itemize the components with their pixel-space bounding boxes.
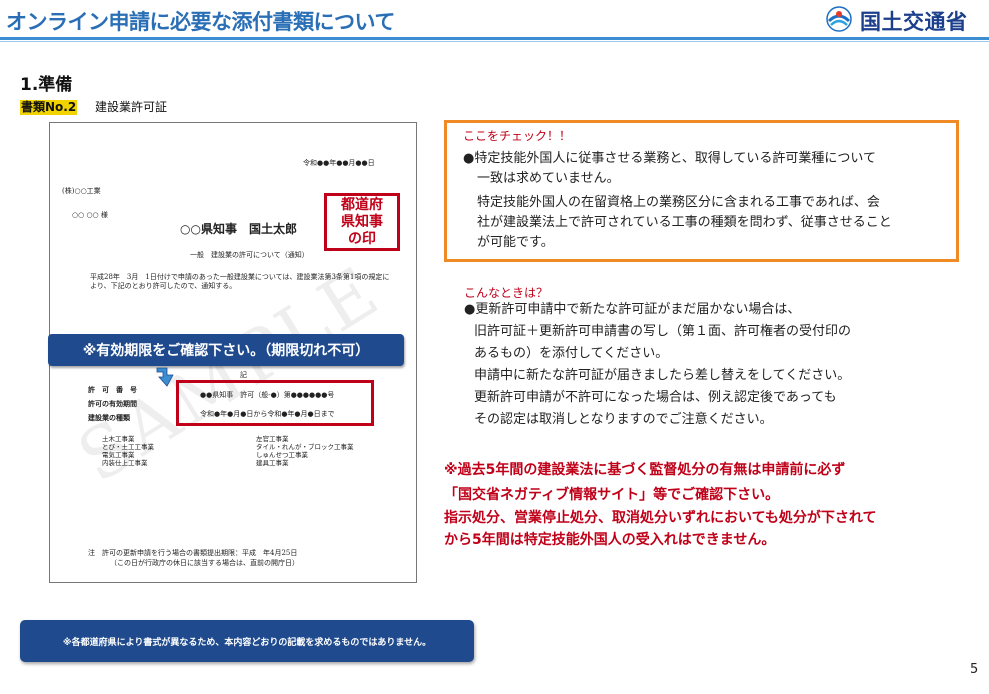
logo: 国土交通省 bbox=[826, 4, 986, 34]
certificate-label-validity: 許可の有効期間 bbox=[88, 399, 137, 408]
faq-line: 申請中に新たな許可証が届きましたら差し替えをしてください。 bbox=[474, 368, 851, 383]
format-disclaimer-text: ※各都道府県により書式が異なるため、本内容どおりの記載を求めるものではありません… bbox=[62, 637, 432, 648]
check-title: ここをチェック！！ bbox=[463, 129, 572, 143]
certificate-label-number: 許 可 番 号 bbox=[88, 385, 137, 394]
header-divider bbox=[0, 37, 989, 40]
governor-seal-text: 都道府 県知事 の印 bbox=[341, 196, 383, 247]
page-number: 5 bbox=[970, 662, 979, 677]
validity-highlight-box bbox=[176, 380, 374, 426]
certificate-company: (株)○○工業 bbox=[62, 187, 101, 195]
check-line: 特定技能外国人の在留資格上の業務区分に含まれる工事であれば、会 bbox=[477, 195, 880, 210]
faq-line: ●更新許可申請中で新たな許可証がまだ届かない場合は、 bbox=[464, 302, 801, 317]
arrow-down-right-icon bbox=[156, 367, 174, 387]
faq-line: その認定は取消しとなりますのでご注意ください。 bbox=[474, 412, 773, 427]
header: オンライン申請に必要な添付書類について 国土交通省 bbox=[0, 0, 989, 42]
certificate-business: 内装仕上工事業 bbox=[102, 459, 148, 467]
format-disclaimer-banner: ※各都道府県により書式が異なるため、本内容どおりの記載を求めるものではありません… bbox=[20, 620, 474, 662]
check-line: 一致は求めていません。 bbox=[477, 171, 620, 186]
certificate-ki: 記 bbox=[240, 371, 247, 379]
governor-seal-callout: 都道府 県知事 の印 bbox=[324, 193, 400, 251]
page-title: オンライン申請に必要な添付書類について bbox=[6, 10, 395, 34]
section-title: 1.準備 bbox=[20, 75, 73, 95]
document-number-tag: 書類No.2 bbox=[20, 100, 78, 115]
certificate-subject: 一般 建設業の許可について（通知） bbox=[190, 251, 309, 259]
expiry-banner: ※有効期限をご確認下さい。（期限切れ不可） bbox=[48, 334, 404, 366]
certificate-business: 建具工事業 bbox=[256, 459, 289, 467]
certificate-body: 平成28年 3月 1日付けで申請のあった一般建設業については、建設業法第3条第1… bbox=[90, 273, 390, 290]
faq-line: あるもの）を添付してください。 bbox=[474, 346, 669, 361]
faq-line: 更新許可申請が不許可になった場合は、例え認定後であっても bbox=[474, 390, 837, 405]
certificate-governor: ○○県知事 国土太郎 bbox=[180, 222, 297, 236]
warning-line: ※過去5年間の建設業法に基づく監督処分の有無は申請前に必ず bbox=[444, 462, 846, 478]
certificate-business: 左官工事業 bbox=[256, 435, 289, 443]
faq-title: こんなときは？ bbox=[464, 286, 549, 300]
check-line: が可能です。 bbox=[477, 235, 554, 250]
expiry-banner-text: ※有効期限をご確認下さい。（期限切れ不可） bbox=[82, 343, 370, 359]
check-line: 社が建設業法上で許可されている工事の種類を問わず、従事させること bbox=[477, 215, 892, 230]
certificate-label-types: 建設業の種類 bbox=[88, 413, 130, 422]
certificate-recipient: ○○ ○○ 様 bbox=[72, 211, 108, 219]
warning-line: 「国交省ネガティブ情報サイト」等でご確認下さい。 bbox=[444, 487, 780, 503]
check-line: ●特定技能外国人に従事させる業務と、取得している許可業種について bbox=[463, 151, 877, 166]
certificate-business: 電気工事業 bbox=[102, 451, 135, 459]
certificate-note-sub: （この日が行政庁の休日に該当する場合は、直前の開庁日） bbox=[110, 559, 299, 567]
certificate-business: 土木工事業 bbox=[102, 435, 135, 443]
faq-line: 旧許可証＋更新許可申請書の写し（第１面、許可権者の受付印の bbox=[474, 324, 852, 339]
mlit-logo-icon bbox=[826, 6, 852, 32]
certificate-business: タイル・れんが・ブロック工事業 bbox=[256, 443, 354, 451]
certificate-business: しゅんせつ工事業 bbox=[256, 451, 308, 459]
logo-text: 国土交通省 bbox=[860, 10, 968, 34]
certificate-date: 令和●●年●●月●●日 bbox=[303, 159, 375, 167]
warning-line: から5年間は特定技能外国人の受入れはできません。 bbox=[444, 532, 776, 548]
header-divider-thin bbox=[0, 41, 989, 42]
certificate-note: 注 許可の更新申請を行う場合の書類提出期限：平成 年4月25日 bbox=[88, 549, 298, 557]
warning-line: 指示処分、営業停止処分、取消処分いずれにおいても処分が下されて bbox=[444, 510, 877, 526]
check-point-box: ここをチェック！！ ●特定技能外国人に従事させる業務と、取得している許可業種につ… bbox=[444, 120, 959, 262]
certificate-business: とび・土工工事業 bbox=[102, 443, 154, 451]
document-name: 建設業許可証 bbox=[95, 100, 168, 114]
